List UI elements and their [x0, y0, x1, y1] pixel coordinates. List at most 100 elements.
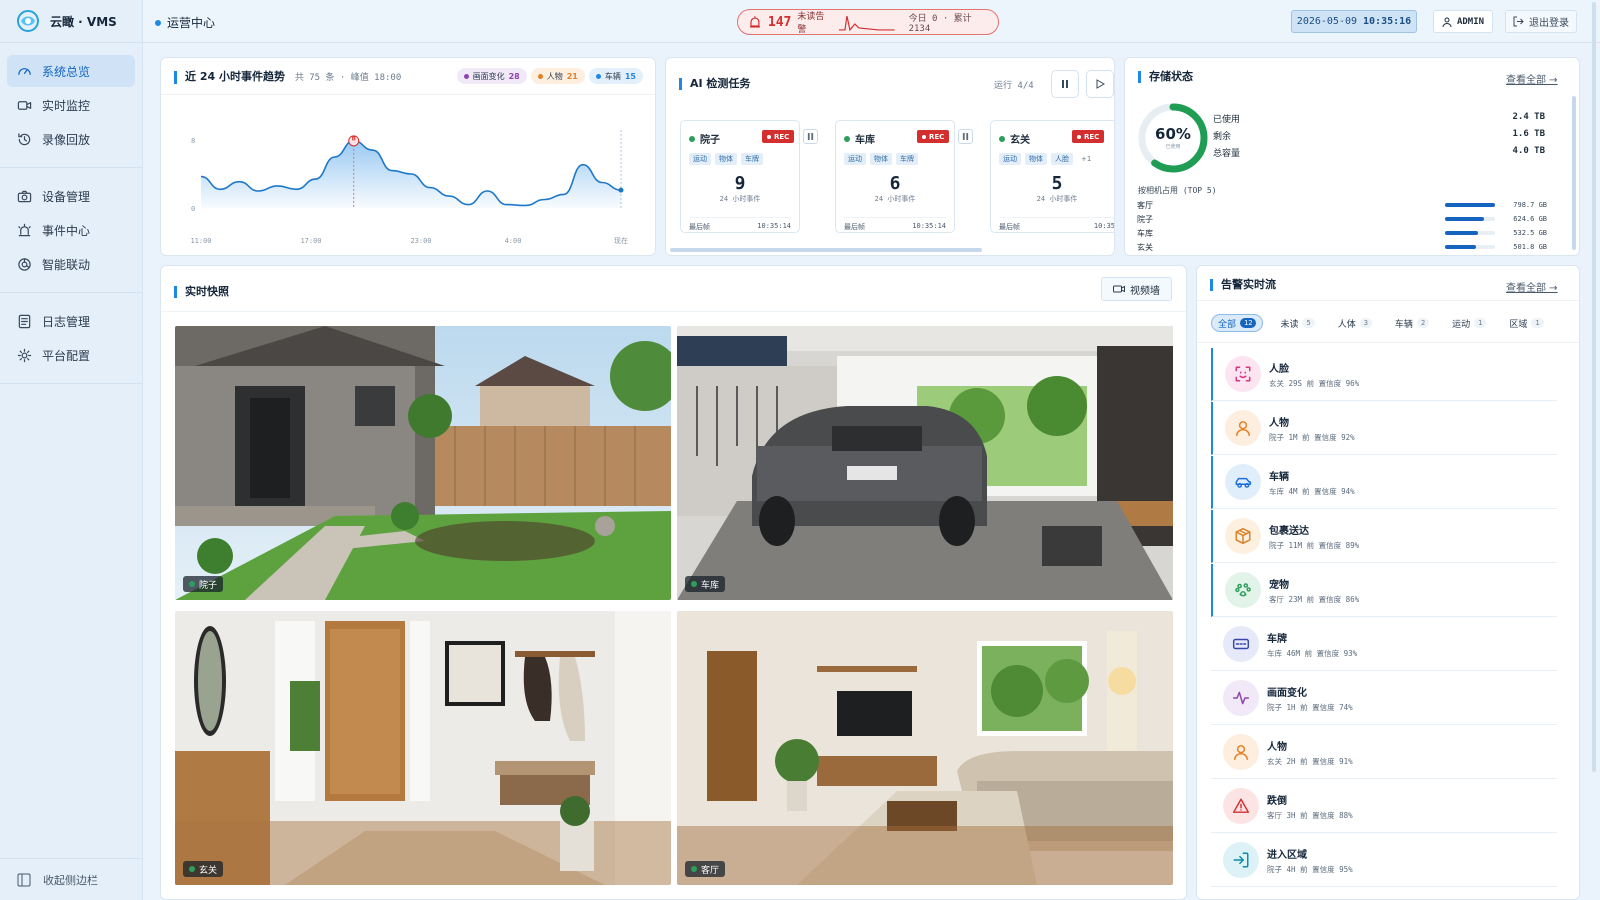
alert-item[interactable]: 跌倒 客厅 3H 前 置信度 88% — [1211, 780, 1557, 833]
alert-item[interactable]: 宠物客厅 23M 前 置信度 86% — [1211, 564, 1557, 617]
storage-scrollbar[interactable] — [1572, 96, 1576, 250]
sidebar-item[interactable]: 实时监控 — [7, 89, 135, 121]
video-wall-button[interactable]: 视频墙 — [1101, 277, 1172, 301]
sidebar-item-label: 智能联动 — [42, 257, 91, 272]
snapshot-entry[interactable]: 玄关 — [175, 611, 671, 885]
alert-filter-tab[interactable]: 运动 1 — [1446, 314, 1492, 332]
garage-scene — [677, 326, 1173, 600]
living-room-scene — [677, 611, 1173, 885]
nav-group: 日志管理平台配置 — [0, 293, 142, 384]
alert-filter-tab[interactable]: 区域 1 — [1503, 314, 1549, 332]
filter-label: 运动 — [1452, 319, 1471, 330]
task-name: 玄关 — [999, 131, 1030, 146]
alert-item[interactable]: 人物 院子 1M 前 置信度 92% — [1211, 402, 1557, 455]
event-count-caption: 24 小时事件 — [719, 195, 761, 203]
task-pause-button[interactable] — [958, 129, 973, 144]
filter-count: 1 — [1474, 318, 1487, 328]
legend-item[interactable]: 车辆 15 — [588, 68, 643, 84]
legend-item[interactable]: 画面变化 28 — [456, 68, 527, 84]
alert-item[interactable]: 包裹送达 院子 11M 前 置信度 89% — [1211, 510, 1557, 563]
snapshot-living-room[interactable]: 客厅 — [677, 611, 1173, 885]
ai-task-card[interactable]: 玄关 REC 运动 物体 人脸 +1 5 24 小时事件 最后帧 10:35 — [990, 120, 1114, 233]
rec-label: REC — [1084, 132, 1100, 141]
alert-filter-tab[interactable]: 人体 3 — [1332, 314, 1378, 332]
topbar: 运营中心 147 未读告警 今日 0 · 累计 2134 2026-05-09 … — [143, 0, 1600, 43]
sidebar-item[interactable]: 事件中心 — [7, 214, 135, 246]
y-tick-label: 0 — [191, 205, 195, 213]
alert-filter-tab[interactable]: 车辆 2 — [1389, 314, 1435, 332]
page-scrollbar[interactable] — [1592, 2, 1596, 772]
gauge-icon — [18, 67, 31, 75]
storage-view-all-link[interactable]: 查看全部 → — [1506, 71, 1558, 86]
sidebar-item[interactable]: 录像回放 — [7, 123, 135, 155]
ai-running-status: 运行 4/4 — [994, 81, 1034, 91]
alert-item[interactable]: 人物 玄关 2H 前 置信度 91% — [1211, 726, 1557, 779]
alert-item[interactable]: 进入区域 院子 4H 前 置信度 95% — [1211, 834, 1557, 887]
legend-count: 28 — [508, 71, 520, 81]
alert-icon-badge — [1225, 464, 1261, 500]
gauge-percent: 60% — [1155, 125, 1191, 143]
task-tags: 运动 物体 车牌 — [689, 153, 763, 165]
breadcrumb[interactable]: 运营中心 — [155, 14, 215, 31]
camera-name: 院子 — [1137, 214, 1153, 224]
alert-text: 跌倒 客厅 3H 前 置信度 88% — [1267, 792, 1353, 821]
date-text: 2026-05-09 — [1296, 16, 1358, 27]
sidebar-item-label: 事件中心 — [42, 223, 91, 238]
alert-text: 进入区域 院子 4H 前 置信度 95% — [1267, 846, 1353, 875]
collapse-sidebar-button[interactable]: 收起侧边栏 — [0, 858, 143, 900]
alert-meta: 车库 4M 前 置信度 94% — [1269, 486, 1355, 496]
alert-item[interactable]: 人脸 玄关 29S 前 置信度 96% — [1211, 348, 1557, 401]
more-tags[interactable]: +1 — [1077, 153, 1095, 165]
snapshot-label: 客厅 — [685, 861, 726, 877]
alert-icon-badge — [1223, 788, 1259, 824]
sidebar-item[interactable]: 平台配置 — [7, 339, 135, 371]
alert-item[interactable]: 画面变化 院子 1H 前 置信度 74% — [1211, 672, 1557, 725]
sidebar-item-label: 录像回放 — [42, 132, 91, 147]
datetime-display: 2026-05-09 10:35:16 — [1291, 10, 1417, 33]
rec-label: REC — [929, 132, 945, 141]
alarm-label: 未读告警 — [797, 12, 825, 35]
last-frame-time: 10:35:14 — [757, 222, 791, 230]
sidebar-item-label: 平台配置 — [42, 348, 91, 363]
rec-badge: REC — [762, 130, 795, 143]
person-icon — [1234, 745, 1248, 761]
legend-item[interactable]: 人物 21 — [530, 68, 585, 84]
snapshot-garage[interactable]: 车库 — [677, 326, 1173, 600]
alert-title: 人物 — [1269, 417, 1289, 429]
ai-task-card[interactable]: 院子 REC 运动 物体 车牌 9 24 小时事件 最后帧 10:35:14 — [680, 120, 818, 233]
alert-item[interactable]: 车牌 车库 46M 前 置信度 93% — [1211, 618, 1557, 671]
alert-item[interactable]: 车辆 车库 4M 前 置信度 94% — [1211, 456, 1557, 509]
snapshot-yard[interactable]: 院子 — [175, 326, 671, 600]
event-count: 5 — [1051, 173, 1063, 194]
alert-title: 进入区域 — [1267, 849, 1307, 861]
sidebar-item[interactable]: 日志管理 — [7, 305, 135, 337]
detection-tag: 车牌 — [896, 153, 918, 165]
alerts-view-all-link[interactable]: 查看全部 → — [1506, 279, 1558, 294]
sidebar-item[interactable]: 智能联动 — [7, 248, 135, 280]
task-pause-button[interactable] — [803, 129, 818, 144]
alert-meta: 客厅 23M 前 置信度 86% — [1269, 594, 1360, 604]
detection-tag: 运动 — [689, 153, 711, 165]
warning-icon — [1232, 798, 1250, 813]
storage-row-value: 4.0 TB — [1512, 146, 1545, 156]
sidebar-nav: 系统总览 实时监控录像回放设备管理事件中心智能联动日志管理平台配置 — [0, 43, 142, 384]
alert-title: 宠物 — [1269, 579, 1289, 591]
event-trend-card: 近 24 小时事件趋势 共 75 条 · 峰值 18:00 画面变化 28 人物 21… — [160, 57, 656, 256]
camera-usage-row: 车库 532.5 GB — [1137, 227, 1547, 239]
pause-all-button[interactable] — [1051, 70, 1079, 98]
sidebar-item[interactable]: 设备管理 — [7, 180, 135, 212]
sidebar-item[interactable]: 系统总览 — [7, 55, 135, 87]
ai-task-card[interactable]: 车库 REC 运动 物体 车牌 6 24 小时事件 最后帧 10:35:14 — [835, 120, 973, 233]
camera-usage-row: 玄关 501.8 GB — [1137, 241, 1547, 253]
alert-filter-tab[interactable]: 全部 12 — [1211, 314, 1264, 332]
alert-filter-tab[interactable]: 未读 5 — [1274, 314, 1320, 332]
filter-label: 未读 — [1280, 319, 1299, 330]
alarm-summary[interactable]: 147 未读告警 今日 0 · 累计 2134 — [737, 9, 999, 35]
alert-icon-badge — [1223, 842, 1259, 878]
logout-button[interactable]: 退出登录 — [1505, 10, 1577, 33]
rec-badge: REC — [1072, 130, 1105, 143]
play-all-button[interactable] — [1086, 70, 1114, 98]
history-icon — [18, 132, 31, 145]
tasks-scrollbar[interactable] — [670, 248, 982, 252]
user-button[interactable]: ADMIN — [1433, 10, 1493, 33]
